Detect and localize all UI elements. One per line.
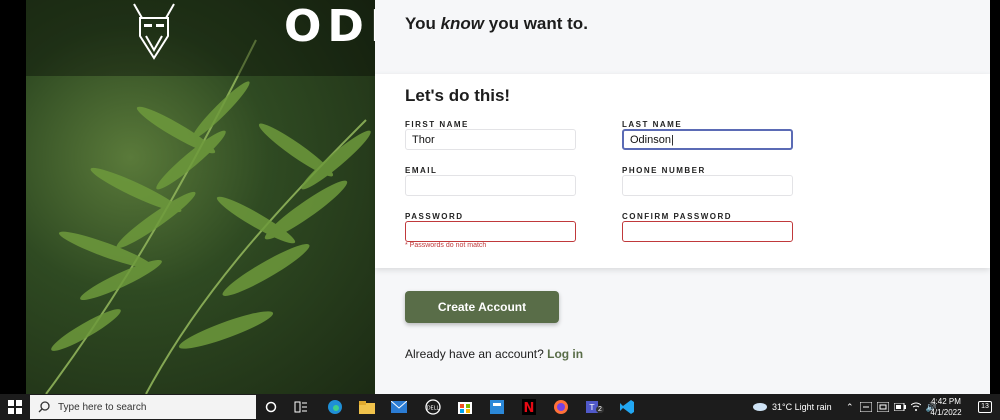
email-input[interactable] xyxy=(405,175,576,196)
store-icon[interactable] xyxy=(456,398,474,416)
windows-taskbar: Type here to search DELL N T 2 31°C Ligh… xyxy=(0,394,1000,420)
search-placeholder: Type here to search xyxy=(58,401,147,413)
password-label: PASSWORD xyxy=(405,212,464,221)
netflix-icon[interactable]: N xyxy=(520,398,538,416)
calculator-icon[interactable] xyxy=(488,398,506,416)
cortana-icon[interactable] xyxy=(262,398,280,416)
cloud-rain-icon xyxy=(753,403,767,411)
search-icon xyxy=(38,401,50,413)
last-name-input[interactable] xyxy=(622,129,793,150)
display-icon[interactable] xyxy=(876,402,889,412)
browser-viewport: ODIN You know you want to. Let's do this… xyxy=(0,0,1000,394)
clock-time: 4:42 PM xyxy=(931,397,961,406)
mail-icon[interactable] xyxy=(390,398,408,416)
last-name-label: LAST NAME xyxy=(622,120,683,129)
edge-icon[interactable] xyxy=(326,398,344,416)
weather-widget[interactable]: 31°C Light rain xyxy=(752,394,832,420)
login-prompt-row: Already have an account? Log in xyxy=(405,347,583,361)
password-input[interactable] xyxy=(405,221,576,242)
logo-wordmark: ODIN xyxy=(284,1,375,52)
taskbar-clock[interactable]: 4:42 PM 4/1/2022 xyxy=(922,396,970,418)
login-prompt-text: Already have an account? xyxy=(405,347,544,361)
confirm-password-input[interactable] xyxy=(622,221,793,242)
email-label: EMAIL xyxy=(405,166,438,175)
phone-label: PHONE NUMBER xyxy=(622,166,706,175)
viking-head-icon xyxy=(133,3,175,60)
task-view-icon[interactable] xyxy=(292,398,310,416)
odin-logo: ODIN xyxy=(126,0,375,60)
signup-panel: You know you want to. Let's do this! FIR… xyxy=(375,0,990,394)
tagline-part: you want to. xyxy=(484,14,588,33)
teams-badge: 2 xyxy=(596,406,604,413)
tagline-part: You xyxy=(405,14,441,33)
chevron-up-icon[interactable]: ⌃ xyxy=(846,402,854,413)
battery-icon[interactable] xyxy=(893,403,906,411)
login-link[interactable]: Log in xyxy=(547,347,583,361)
right-edge xyxy=(990,0,1000,394)
svg-text:N: N xyxy=(524,401,535,415)
clock-date: 4/1/2022 xyxy=(930,408,962,417)
tagline: You know you want to. xyxy=(405,14,588,34)
password-error-message: * Passwords do not match xyxy=(405,242,487,249)
create-account-button[interactable]: Create Account xyxy=(405,291,559,323)
vscode-icon[interactable] xyxy=(618,398,636,416)
notification-center-icon[interactable]: 13 xyxy=(978,401,992,413)
weather-text: 31°C Light rain xyxy=(772,402,832,412)
first-name-label: FIRST NAME xyxy=(405,120,469,129)
phone-input[interactable] xyxy=(622,175,793,196)
onedrive-icon[interactable] xyxy=(859,402,872,412)
signup-form-card: Let's do this! FIRST NAME LAST NAME EMAI… xyxy=(375,74,990,268)
dell-icon[interactable]: DELL xyxy=(424,398,442,416)
tagline-emphasis: know xyxy=(440,14,485,33)
taskbar-search-box[interactable]: Type here to search xyxy=(30,395,256,419)
left-edge xyxy=(0,0,26,394)
first-name-input[interactable] xyxy=(405,129,576,150)
windows-start-icon[interactable] xyxy=(8,400,22,414)
svg-text:T: T xyxy=(589,403,595,412)
firefox-icon[interactable] xyxy=(552,398,570,416)
confirm-password-label: CONFIRM PASSWORD xyxy=(622,212,733,221)
hero-fern-image: ODIN xyxy=(26,0,375,394)
file-explorer-icon[interactable] xyxy=(358,398,376,416)
form-title: Let's do this! xyxy=(405,86,511,105)
teams-icon[interactable]: T 2 xyxy=(584,398,604,416)
wifi-icon[interactable] xyxy=(910,402,921,412)
svg-text:DELL: DELL xyxy=(427,406,440,412)
